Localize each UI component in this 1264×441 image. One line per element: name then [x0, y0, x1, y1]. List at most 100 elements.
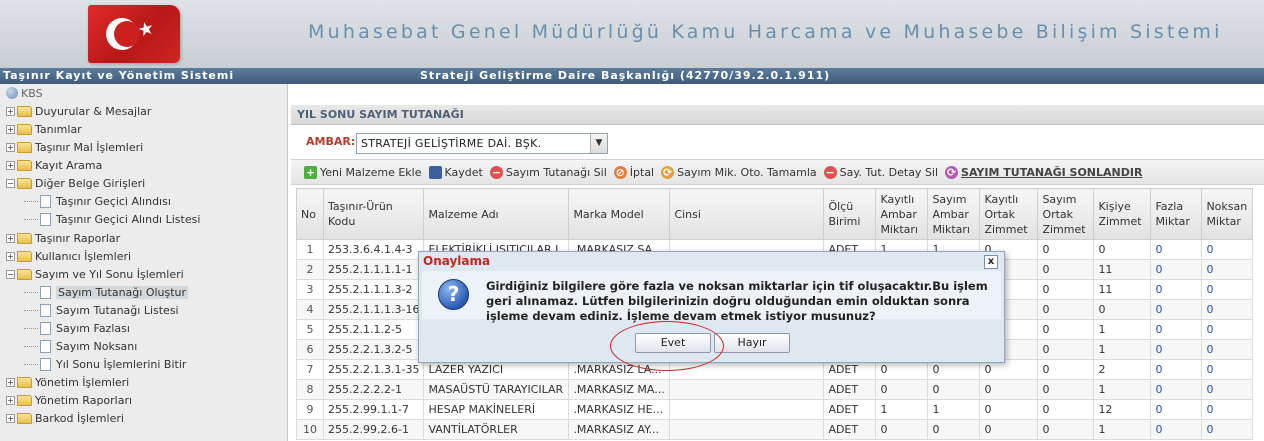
collapse-icon[interactable]: − [6, 269, 15, 279]
table-cell: 0 [1037, 339, 1095, 360]
table-cell: 255.2.1.1.1.1-1 [322, 259, 425, 280]
table-row[interactable]: 9 255.2.99.1.1-7 HESAP MAKİNELERİ .MARKASIZ… [296, 399, 1254, 420]
delete-detail-button[interactable]: − Say. Tut. Detay Sil [823, 165, 938, 179]
table-cell: 0 [1150, 339, 1203, 360]
table-cell: 255.2.2.1.3.2-5 [322, 339, 425, 360]
expand-icon[interactable]: + [6, 142, 15, 152]
table-cell: 0 [927, 379, 981, 400]
table-row[interactable]: 10 255.2.99.2.6-1 VANTİLATÖRLER .MARKASIZ A… [296, 419, 1254, 440]
table-cell: 0 [1150, 259, 1203, 280]
col-shortage[interactable]: Noksan Miktar [1201, 188, 1254, 240]
expand-icon[interactable]: + [6, 160, 15, 170]
save-button[interactable]: Kaydet [428, 165, 483, 179]
sidebar-item-sayim-noksani[interactable]: Sayım Noksanı [24, 337, 137, 355]
col-unit[interactable]: Ölçü Birimi [823, 188, 877, 240]
sidebar-item-barkod[interactable]: + Barkod İşlemleri [6, 409, 124, 427]
auto-complete-button[interactable]: ⟳ Sayım Mik. Oto. Tamamla [661, 165, 817, 179]
sidebar-item-sayim-fazlasi[interactable]: Sayım Fazlası [24, 319, 130, 337]
table-cell: 253.3.6.4.1.4-3 [322, 239, 425, 260]
sidebar-item-sayim-tutanagi-olustur[interactable]: Sayım Tutanağı Oluştur [24, 283, 189, 301]
sidebar-tree: KBS + Duyurular & Mesajlar + Tanımlar + Taş… [0, 84, 288, 441]
col-brand[interactable]: Marka Model [568, 188, 671, 240]
collapse-icon[interactable]: − [6, 178, 15, 188]
table-cell: 255.2.2.2.2-1 [322, 379, 425, 400]
expand-icon[interactable]: + [6, 377, 15, 387]
table-cell: 0 [1093, 239, 1152, 260]
expand-icon[interactable]: + [6, 106, 15, 116]
close-icon[interactable]: x [984, 255, 998, 269]
col-type[interactable]: Cinsi [669, 188, 825, 240]
table-cell: 0 [1037, 399, 1095, 420]
table-cell: ADET [823, 399, 877, 420]
col-counted-shared[interactable]: Sayım Ortak Zimmet [1037, 188, 1095, 240]
folder-icon [17, 232, 32, 244]
table-cell: 11 [1093, 279, 1152, 300]
folder-open-icon [17, 268, 32, 280]
sidebar-item-tasinir-mal[interactable]: + Taşınır Mal İşlemleri [6, 138, 143, 156]
table-cell: 255.2.2.1.3.1-35 [322, 359, 425, 380]
sidebar-item-sayim-tutanagi-listesi[interactable]: Sayım Tutanağı Listesi [24, 301, 179, 319]
table-cell: 12 [1093, 399, 1152, 420]
plus-icon: + [304, 165, 317, 179]
table-row[interactable]: 8 255.2.2.2.2-1 MASAÜSTÜ TARAYICILAR .MARKA… [296, 379, 1254, 400]
table-cell: 1 [1093, 319, 1152, 340]
table-cell: 255.2.1.1.1.3-2 [322, 279, 425, 300]
sidebar-item-gecici-alindisi[interactable]: Taşınır Geçici Alındısı [24, 192, 171, 210]
expand-icon[interactable]: + [6, 233, 15, 243]
table-cell: 1 [875, 399, 929, 420]
table-cell: 255.2.99.2.6-1 [322, 419, 425, 440]
cancel-button[interactable]: ⊘ İptal [613, 165, 654, 179]
tree-root[interactable]: KBS [6, 87, 43, 100]
sidebar-item-tanimlar[interactable]: + Tanımlar [6, 120, 82, 138]
col-material[interactable]: Malzeme Adı [423, 188, 570, 240]
sidebar-item-yonetim-raporlari[interactable]: + Yönetim Raporları [6, 391, 132, 409]
table-cell: 0 [927, 419, 981, 440]
col-no[interactable]: No [296, 188, 324, 240]
cancel-icon: ⊘ [613, 165, 627, 179]
delete-icon: − [823, 165, 837, 179]
expand-icon[interactable]: + [6, 413, 15, 423]
expand-icon[interactable]: + [6, 251, 15, 261]
add-material-button[interactable]: + Yeni Malzeme Ekle [304, 165, 422, 179]
table-cell: 0 [1037, 279, 1095, 300]
sidebar-item-yonetim-islemleri[interactable]: + Yönetim İşlemleri [6, 373, 129, 391]
table-cell: 0 [1037, 359, 1095, 380]
sidebar-item-gecici-alindi-listesi[interactable]: Taşınır Geçici Alındı Listesi [24, 210, 200, 228]
sidebar-item-sayim-yil-sonu[interactable]: − Sayım ve Yıl Sonu İşlemleri [6, 265, 184, 283]
table-cell: 0 [1037, 319, 1095, 340]
col-registered-shared[interactable]: Kayıtlı Ortak Zimmet [979, 188, 1039, 240]
col-code[interactable]: Taşınır-Ürün Kodu [322, 188, 425, 240]
chevron-down-icon[interactable]: ▼ [590, 134, 607, 153]
finish-report-button[interactable]: ⟳ SAYIM TUTANAĞI SONLANDIR [945, 165, 1142, 179]
table-cell: 0 [875, 419, 929, 440]
document-icon [40, 285, 51, 299]
table-cell: 0 [1150, 379, 1203, 400]
yes-button[interactable]: Evet [635, 333, 711, 353]
col-surplus[interactable]: Fazla Miktar [1150, 188, 1203, 240]
no-button[interactable]: Hayır [714, 333, 790, 353]
sidebar-item-duyurular[interactable]: + Duyurular & Mesajlar [6, 102, 151, 120]
system-name: Taşınır Kayıt ve Yönetim Sistemi [3, 69, 235, 82]
expand-icon[interactable]: + [6, 395, 15, 405]
ambar-label: AMBAR: [306, 135, 356, 148]
sidebar-item-yil-sonu-bitir[interactable]: Yıl Sonu İşlemlerini Bitir [24, 355, 186, 373]
app-banner: ★ Muhasebat Genel Müdürlüğü Kamu Harcama… [0, 0, 1264, 68]
col-counted-stock[interactable]: Sayım Ambar Miktarı [927, 188, 981, 240]
toolbar: + Yeni Malzeme Ekle Kaydet − Sayım Tutanağ… [291, 159, 1264, 185]
table-cell: 0 [1150, 239, 1203, 260]
sidebar-item-tasinir-raporlar[interactable]: + Taşınır Raporlar [6, 229, 120, 247]
table-cell: 0 [1201, 379, 1254, 400]
ambar-select[interactable]: STRATEJİ GELİŞTİRME DAİ. BŞK. ▼ [356, 133, 608, 154]
auto-fill-icon: ⟳ [661, 165, 675, 179]
expand-icon[interactable]: + [6, 124, 15, 134]
folder-icon [17, 394, 32, 406]
sidebar-item-kullanici[interactable]: + Kullanıcı İşlemleri [6, 247, 131, 265]
col-personal[interactable]: Kişiye Zimmet [1093, 188, 1152, 240]
col-registered-stock[interactable]: Kayıtlı Ambar Miktarı [875, 188, 929, 240]
table-cell: 255.2.1.1.1.3-16 [322, 299, 425, 320]
sidebar-item-kayit-arama[interactable]: + Kayıt Arama [6, 156, 102, 174]
folder-open-icon [17, 177, 32, 189]
table-cell: HESAP MAKİNELERİ [423, 399, 570, 420]
delete-report-button[interactable]: − Sayım Tutanağı Sil [489, 165, 607, 179]
sidebar-item-diger-belge[interactable]: − Diğer Belge Girişleri [6, 174, 145, 192]
